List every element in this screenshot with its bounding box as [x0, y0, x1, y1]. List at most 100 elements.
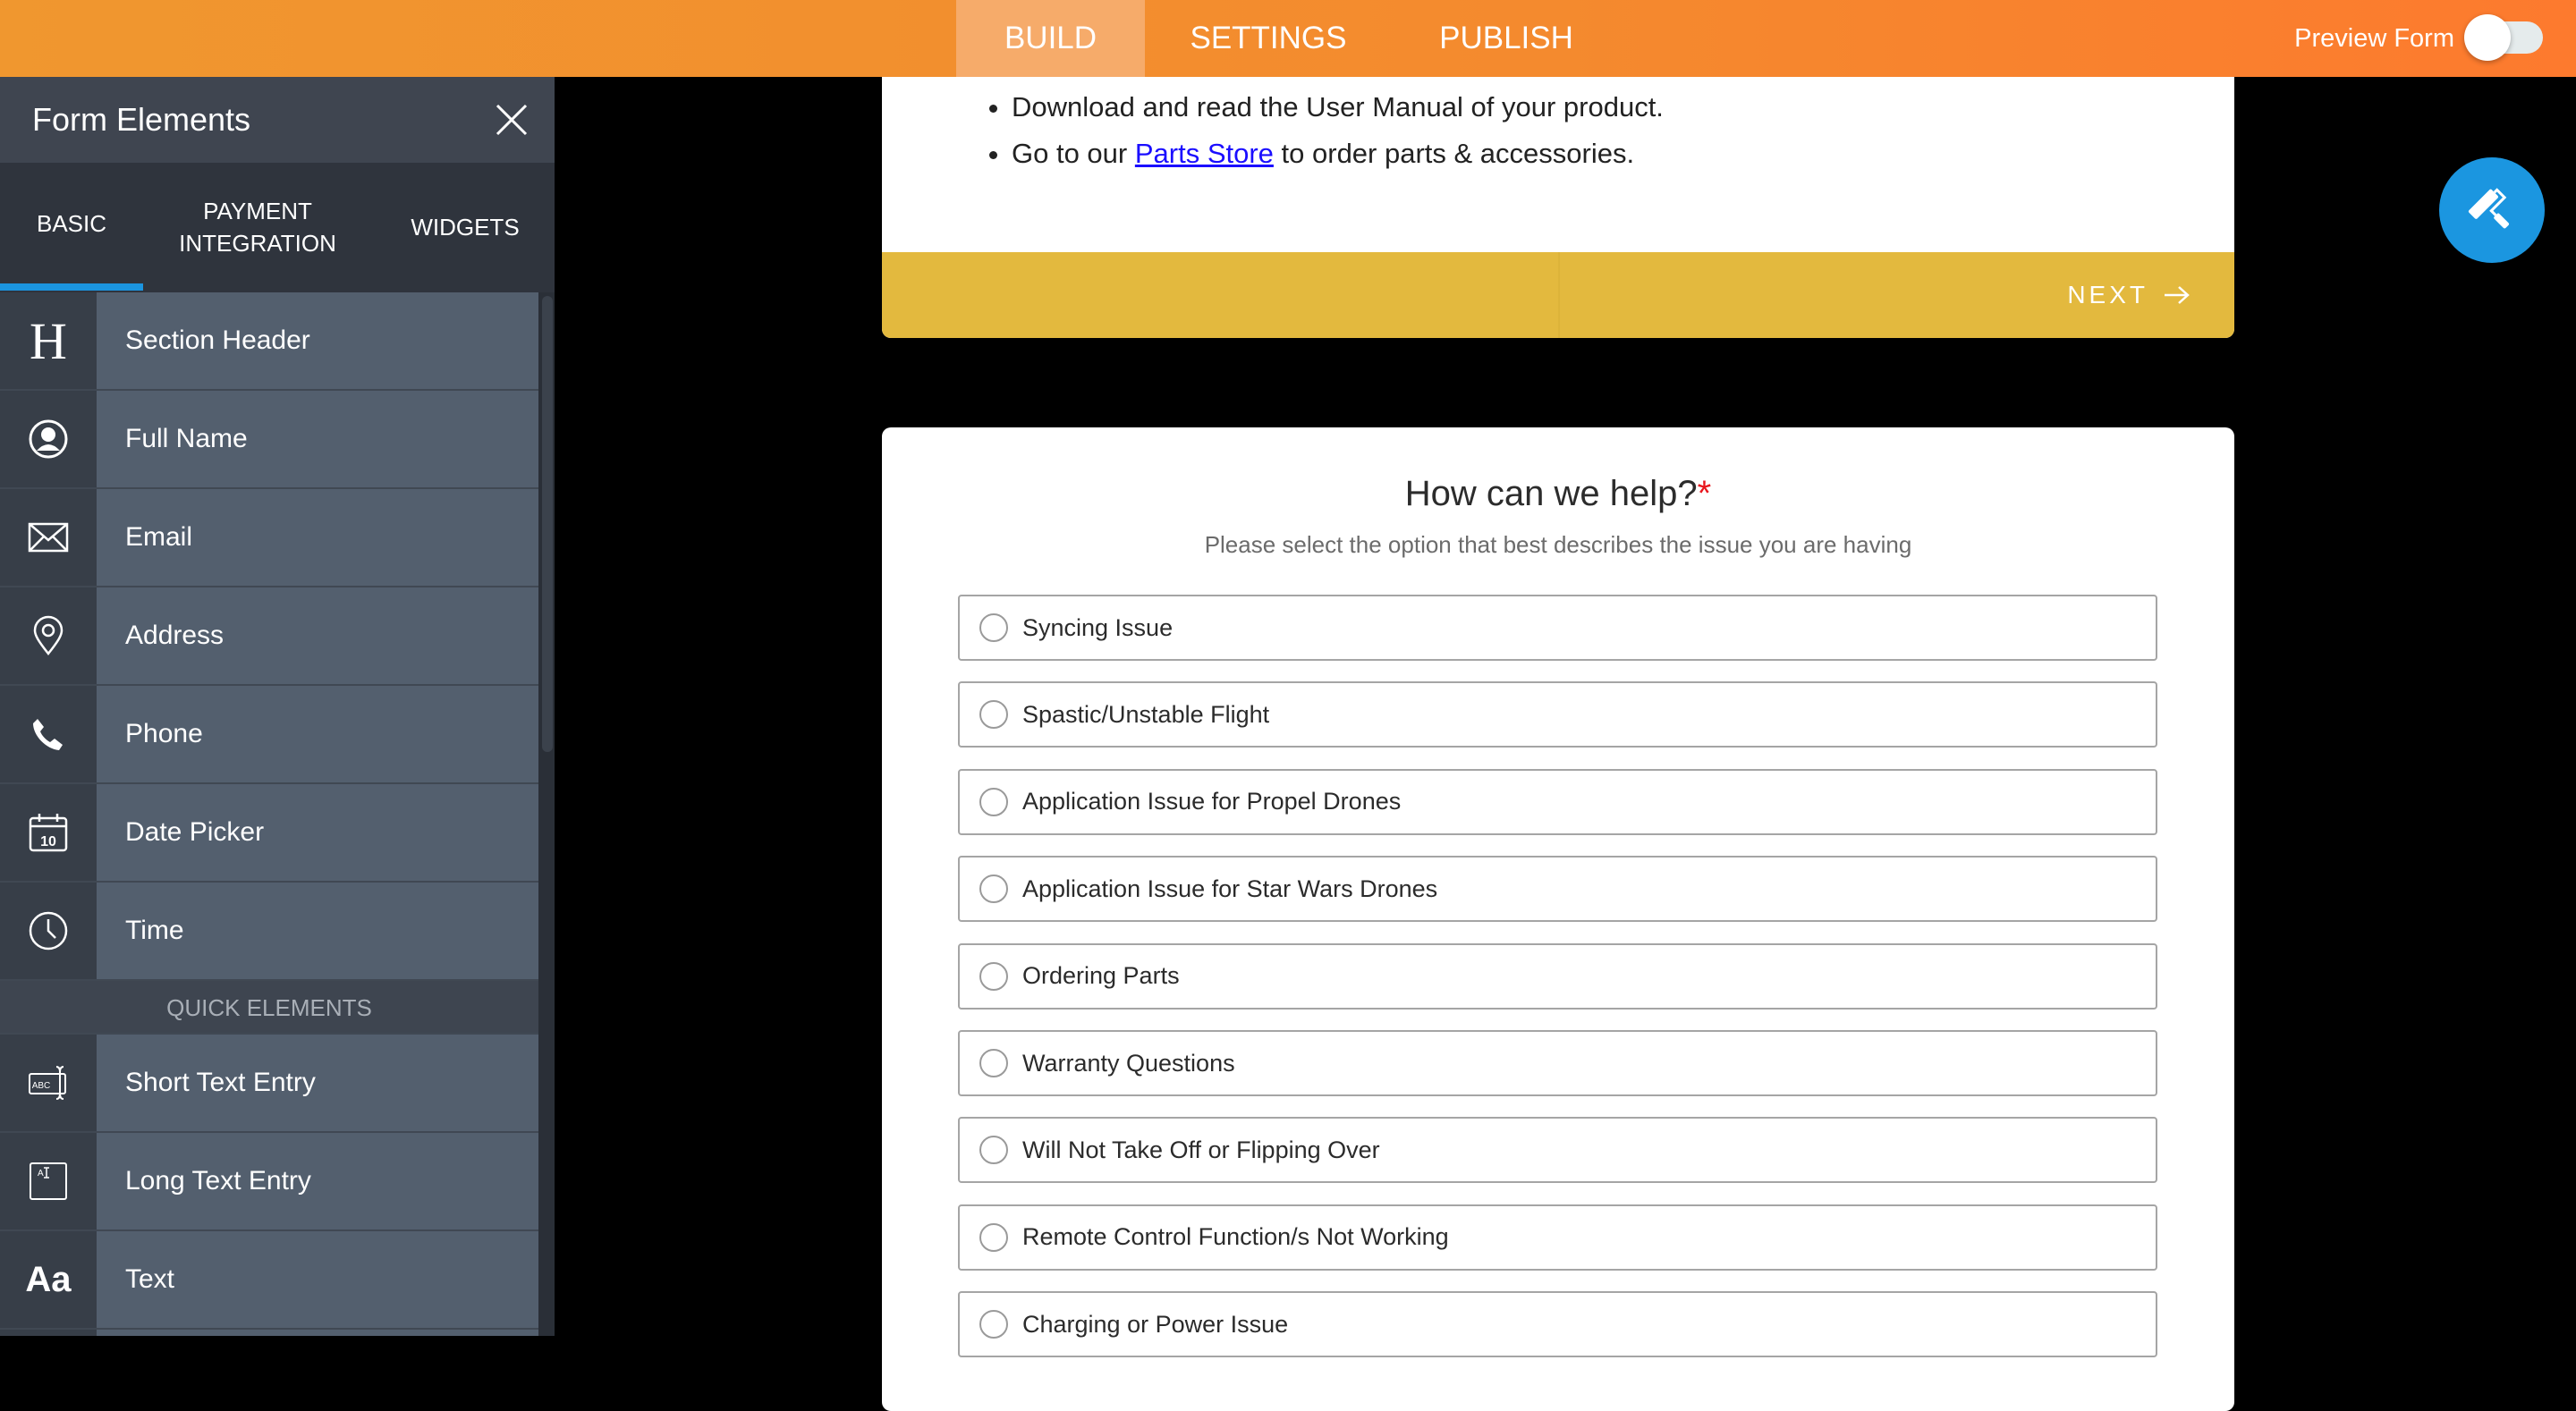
- paint-roller-icon: [2468, 188, 2509, 229]
- option-label: Remote Control Function/s Not Working: [1022, 1223, 1449, 1251]
- radio-button[interactable]: [979, 961, 1008, 991]
- previous-page-card: Download and read the User Manual of you…: [882, 77, 2234, 338]
- element-label: Phone: [97, 686, 538, 782]
- element-label: Section Header: [97, 292, 538, 389]
- radio-button[interactable]: [979, 700, 1008, 730]
- arrow-right-icon: [2165, 286, 2190, 304]
- option-label: Warranty Questions: [1022, 1049, 1235, 1077]
- long-text-icon: A: [0, 1133, 97, 1229]
- sidebar-header: Form Elements: [0, 77, 555, 163]
- question-text: How can we help?: [1404, 474, 1698, 513]
- svg-text:A: A: [38, 1169, 44, 1179]
- preview-form-toggle[interactable]: [2464, 14, 2543, 61]
- bullet-parts-store: Go to our Parts Store to order parts & a…: [1012, 131, 1664, 177]
- option-1[interactable]: Spastic/Unstable Flight: [958, 681, 2157, 748]
- question-title: How can we help?*: [882, 474, 2234, 514]
- option-7[interactable]: Remote Control Function/s Not Working: [958, 1204, 2157, 1271]
- heading-icon: H: [0, 292, 97, 389]
- tab-widgets[interactable]: WIDGETS: [394, 163, 537, 291]
- envelope-icon: [0, 489, 97, 586]
- divider: [1558, 252, 1560, 338]
- option-3[interactable]: Application Issue for Star Wars Drones: [958, 856, 2157, 923]
- option-6[interactable]: Will Not Take Off or Flipping Over: [958, 1117, 2157, 1184]
- option-2[interactable]: Application Issue for Propel Drones: [958, 768, 2157, 835]
- element-label: Email: [97, 489, 538, 586]
- next-button[interactable]: NEXT: [2067, 252, 2191, 338]
- phone-icon: [0, 686, 97, 782]
- short-text-icon: ABC: [0, 1035, 97, 1131]
- text-icon: Aa: [0, 1231, 97, 1328]
- element-label: Address: [97, 587, 538, 684]
- element-long-text-entry[interactable]: A Long Text Entry: [0, 1133, 538, 1231]
- parts-store-link[interactable]: Parts Store: [1135, 138, 1274, 169]
- element-label: Short Text Entry: [97, 1035, 538, 1131]
- radio-button[interactable]: [979, 1136, 1008, 1165]
- option-label: Application Issue for Star Wars Drones: [1022, 874, 1438, 902]
- option-label: Charging or Power Issue: [1022, 1310, 1289, 1338]
- radio-button[interactable]: [979, 1049, 1008, 1077]
- bullet-text: Go to our: [1012, 138, 1135, 169]
- form-elements-sidebar: Form Elements BASIC PAYMENT INTEGRATION …: [0, 77, 555, 1336]
- element-icon: [0, 1330, 97, 1336]
- map-pin-icon: [0, 587, 97, 684]
- option-0[interactable]: Syncing Issue: [958, 595, 2157, 661]
- tab-payment-integration[interactable]: PAYMENT INTEGRATION: [161, 163, 354, 291]
- svg-text:ABC: ABC: [32, 1081, 51, 1091]
- radio-button[interactable]: [979, 1310, 1008, 1339]
- tab-basic[interactable]: BASIC: [0, 163, 143, 291]
- next-label: NEXT: [2067, 281, 2148, 308]
- element-short-text-entry[interactable]: ABC Short Text Entry: [0, 1035, 538, 1133]
- bullet-text: to order parts & accessories.: [1273, 138, 1635, 169]
- element-label: [97, 1330, 538, 1336]
- sidebar-title: Form Elements: [32, 101, 251, 138]
- element-label: Text: [97, 1231, 538, 1328]
- element-label: Time: [97, 883, 538, 979]
- element-label: Full Name: [97, 391, 538, 487]
- element-full-name[interactable]: Full Name: [0, 391, 538, 489]
- radio-button[interactable]: [979, 613, 1008, 642]
- element-address[interactable]: Address: [0, 587, 538, 686]
- form-designer-button[interactable]: [2439, 157, 2545, 263]
- tab-settings[interactable]: SETTINGS: [1163, 0, 1374, 77]
- option-5[interactable]: Warranty Questions: [958, 1030, 2157, 1096]
- question-subtitle: Please select the option that best descr…: [1204, 531, 1912, 558]
- element-date-picker[interactable]: 10 Date Picker: [0, 784, 538, 883]
- preview-form-label: Preview Form: [2294, 24, 2454, 53]
- clock-icon: [0, 883, 97, 979]
- element-label: Long Text Entry: [97, 1133, 538, 1229]
- element-section-header[interactable]: H Section Header: [0, 292, 538, 391]
- close-icon[interactable]: [490, 98, 533, 141]
- question-card: How can we help?* Please select the opti…: [882, 427, 2234, 1411]
- option-8[interactable]: Charging or Power Issue: [958, 1291, 2157, 1358]
- option-4[interactable]: Ordering Parts: [958, 942, 2157, 1010]
- element-list: H Section Header Full Name Email Address …: [0, 292, 538, 1336]
- radio-button[interactable]: [979, 787, 1008, 816]
- element-label: Date Picker: [97, 784, 538, 881]
- option-label: Ordering Parts: [1022, 962, 1180, 990]
- element-time[interactable]: Time: [0, 883, 538, 981]
- tab-publish[interactable]: PUBLISH: [1404, 0, 1608, 77]
- element-text[interactable]: Aa Text: [0, 1231, 538, 1330]
- navigation-bar: NEXT: [882, 252, 2234, 338]
- tab-build[interactable]: BUILD: [956, 0, 1145, 77]
- help-bullets: Download and read the User Manual of you…: [1012, 84, 1664, 177]
- calendar-day: 10: [40, 834, 56, 849]
- element-partial[interactable]: [0, 1330, 538, 1336]
- element-email[interactable]: Email: [0, 489, 538, 587]
- required-mark: *: [1697, 474, 1712, 513]
- top-bar: BUILD SETTINGS PUBLISH Preview Form: [0, 0, 2576, 77]
- user-icon: [0, 391, 97, 487]
- quick-elements-header: QUICK ELEMENTS: [0, 981, 538, 1035]
- option-label: Spastic/Unstable Flight: [1022, 700, 1270, 728]
- element-phone[interactable]: Phone: [0, 686, 538, 784]
- sidebar-scrollbar[interactable]: [538, 292, 555, 1336]
- bullet-user-manual: Download and read the User Manual of you…: [1012, 84, 1664, 131]
- option-label: Will Not Take Off or Flipping Over: [1022, 1136, 1380, 1163]
- radio-button[interactable]: [979, 1222, 1008, 1252]
- option-label: Syncing Issue: [1022, 613, 1174, 641]
- radio-button[interactable]: [979, 874, 1008, 904]
- calendar-icon: 10: [0, 784, 97, 881]
- sidebar-tabs: BASIC PAYMENT INTEGRATION WIDGETS: [0, 163, 555, 291]
- toggle-knob: [2464, 14, 2511, 61]
- scrollbar-thumb[interactable]: [542, 296, 553, 752]
